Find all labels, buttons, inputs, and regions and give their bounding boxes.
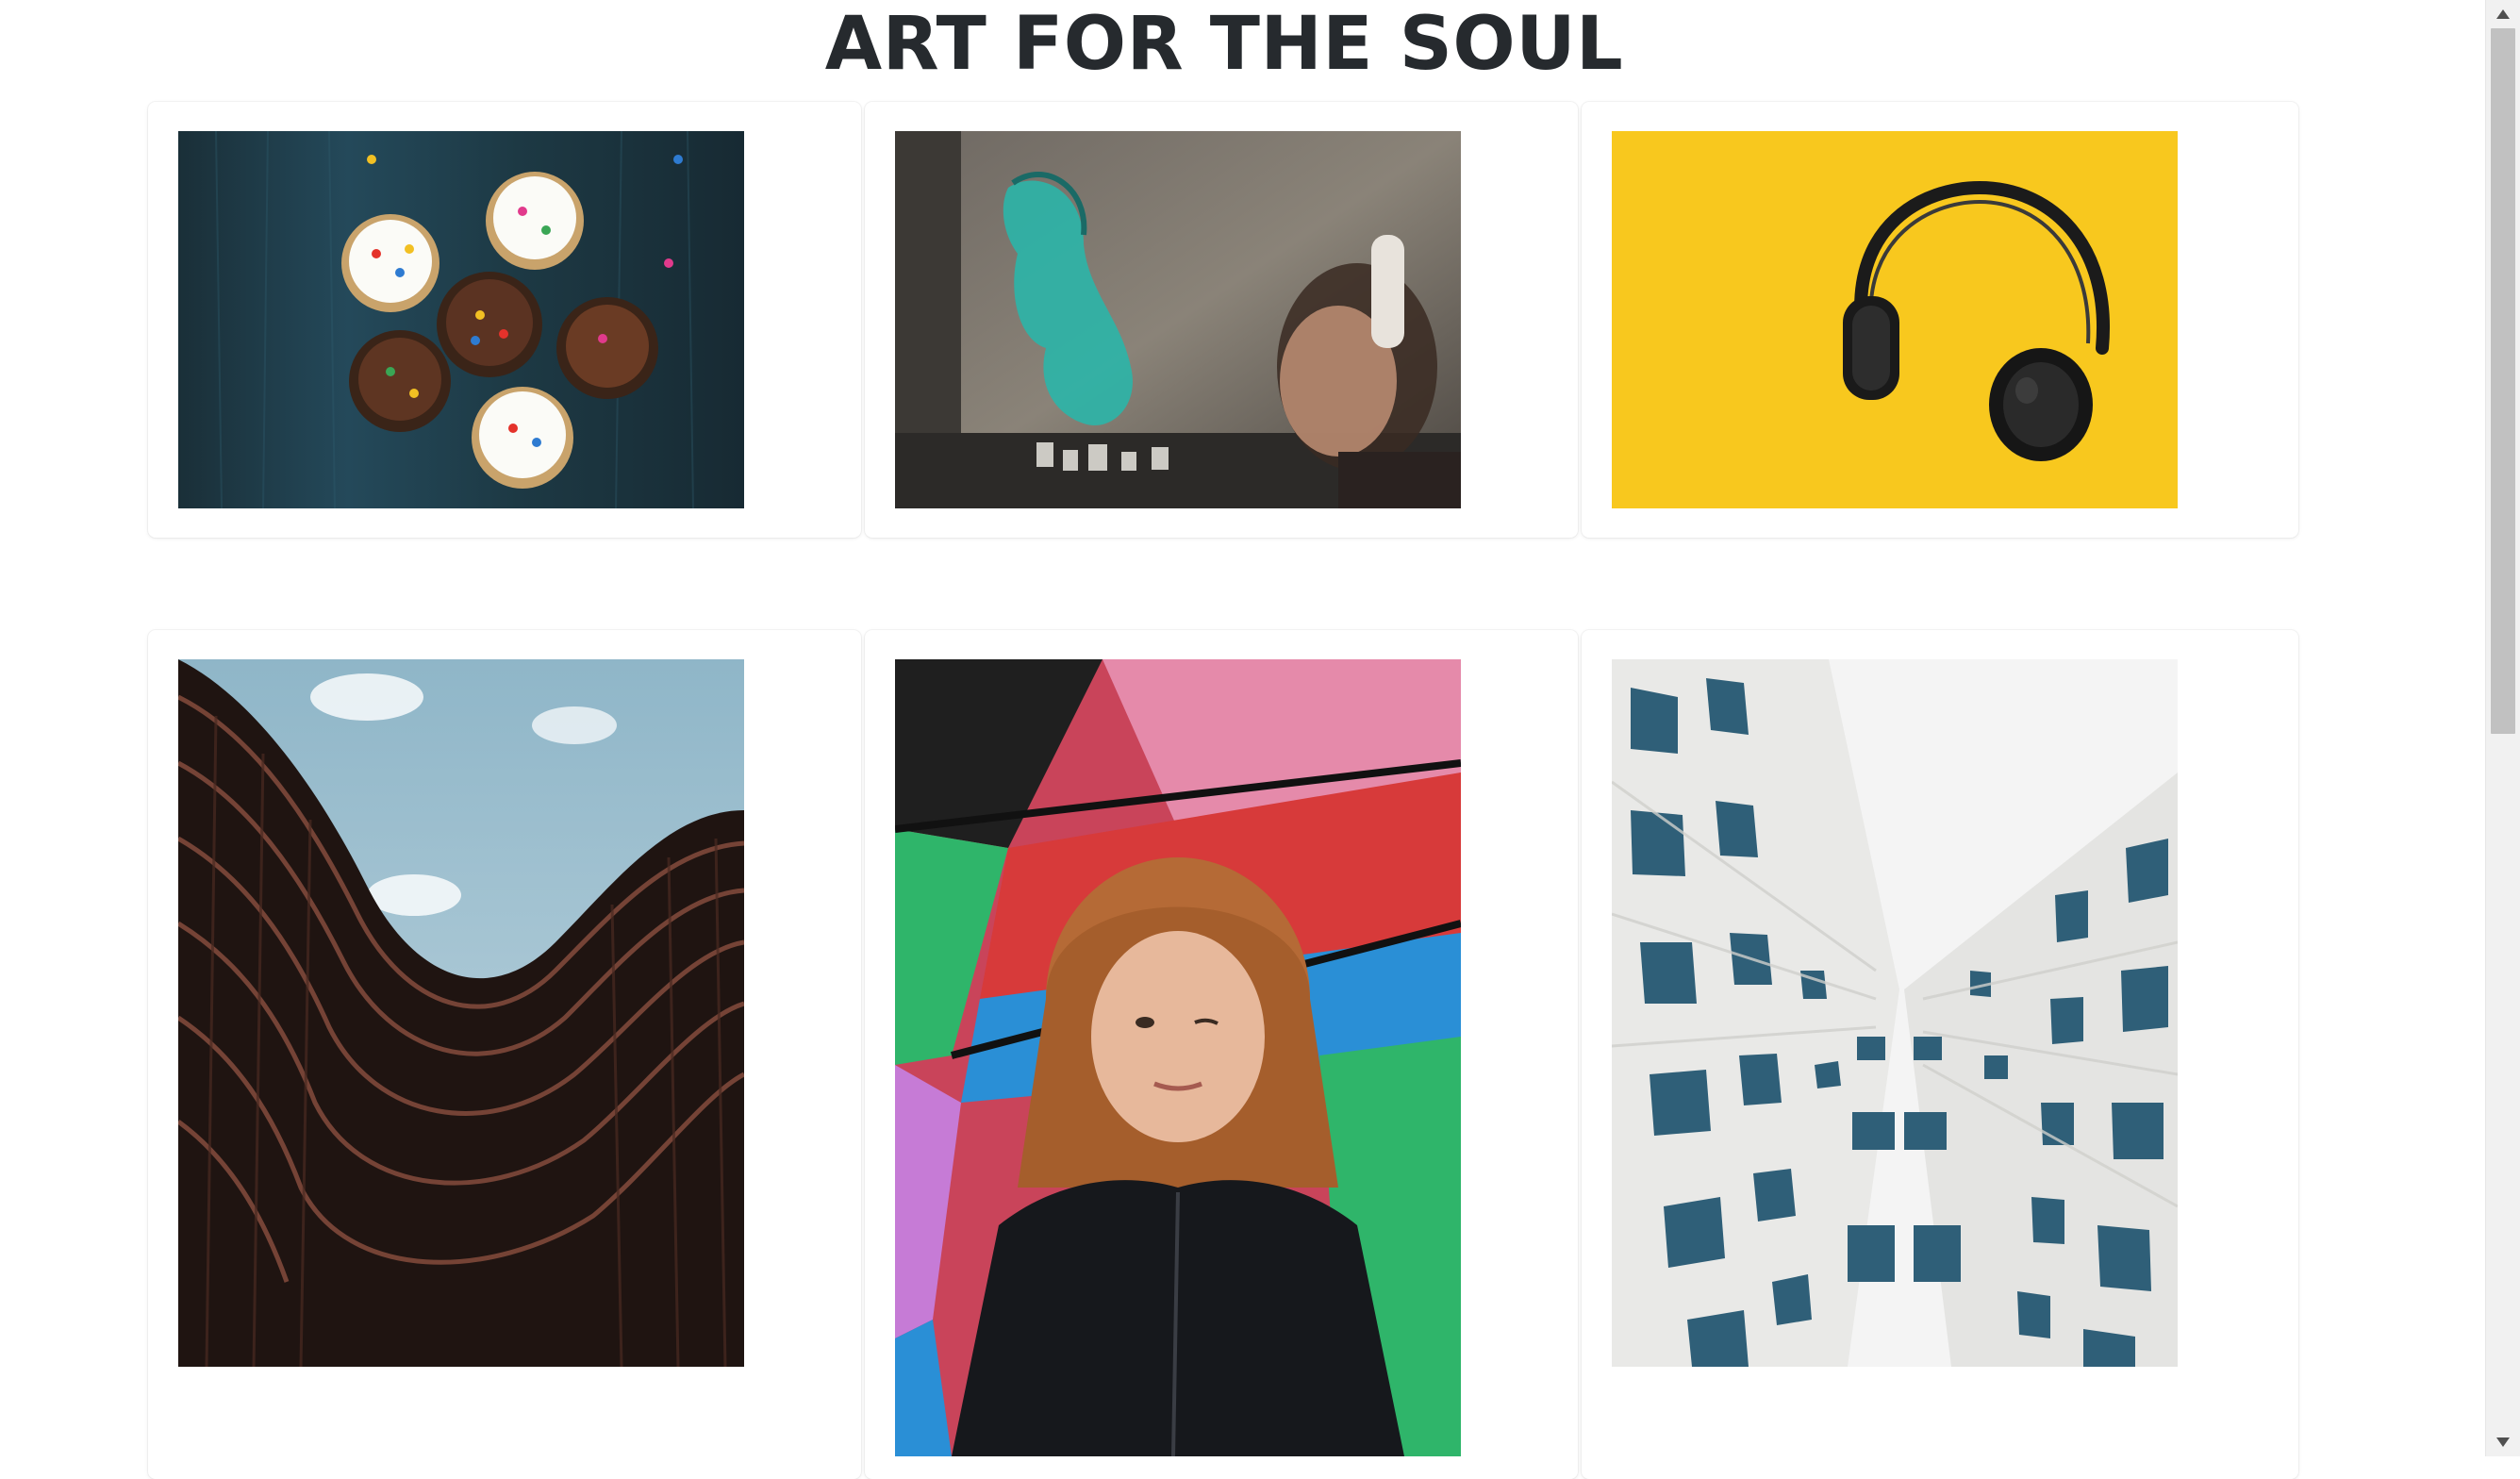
- curved-building-photo[interactable]: [178, 659, 744, 1367]
- skyscraper-windows-photo[interactable]: [1612, 659, 2178, 1367]
- cupcakes-photo[interactable]: [178, 131, 744, 508]
- scrollbar-thumb[interactable]: [2491, 28, 2515, 734]
- graffiti-portrait-photo[interactable]: [895, 659, 1461, 1456]
- gallery-page: ART FOR THE SOUL: [0, 0, 2486, 1479]
- vertical-scrollbar[interactable]: [2485, 0, 2520, 1456]
- scroll-up-arrow-icon[interactable]: [2486, 0, 2520, 28]
- page-title: ART FOR THE SOUL: [824, 2, 1624, 87]
- street-art-photo[interactable]: [895, 131, 1461, 508]
- headphones-photo[interactable]: [1612, 131, 2178, 508]
- scroll-down-arrow-icon[interactable]: [2486, 1428, 2520, 1456]
